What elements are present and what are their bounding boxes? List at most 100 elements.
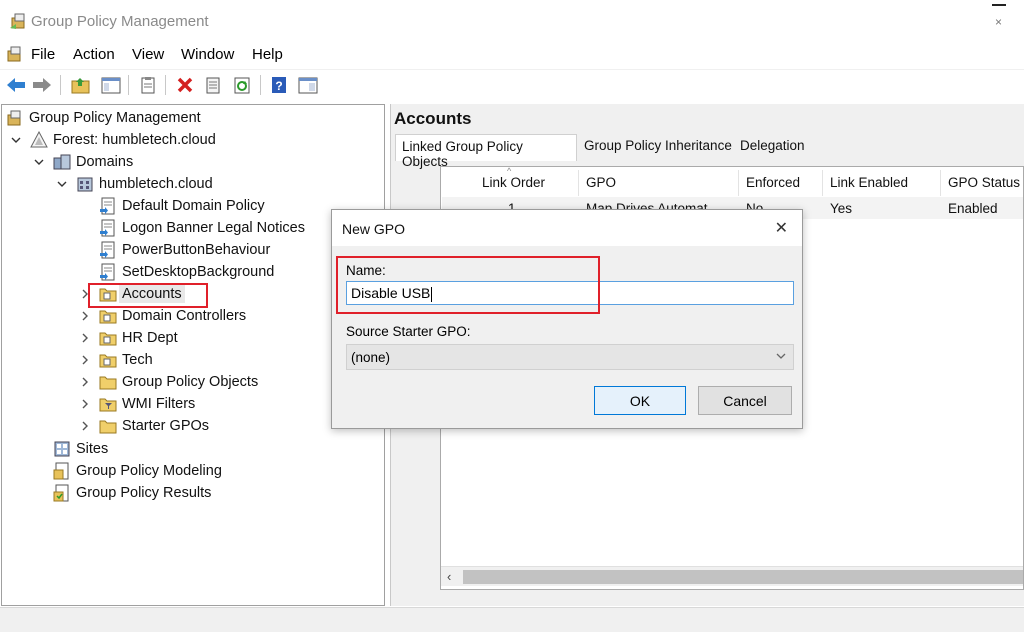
source-starter-gpo-value: (none) bbox=[351, 350, 391, 365]
properties-icon[interactable] bbox=[137, 74, 159, 96]
chevron-down-icon bbox=[775, 350, 787, 365]
tree-label: Domains bbox=[76, 154, 134, 170]
gpo-link-icon bbox=[99, 263, 117, 281]
tree-label: Tech bbox=[122, 352, 153, 368]
column-header-gpo[interactable]: GPO bbox=[586, 175, 616, 190]
close-icon[interactable]: ✕ bbox=[775, 218, 788, 238]
tree-item-wmi-filters[interactable]: WMI Filters bbox=[79, 393, 195, 415]
tree-item-domains[interactable]: Domains bbox=[33, 151, 133, 173]
column-separator bbox=[822, 170, 823, 196]
menu-bar: File Action View Window Help bbox=[0, 42, 1024, 68]
tree-label: Logon Banner Legal Notices bbox=[122, 220, 305, 236]
tree-item-gpo-link[interactable]: PowerButtonBehaviour bbox=[99, 239, 270, 261]
dialog-title: New GPO bbox=[342, 221, 406, 237]
source-starter-gpo-select[interactable]: (none) bbox=[346, 344, 794, 370]
menu-file[interactable]: File bbox=[31, 46, 55, 63]
forward-arrow-icon[interactable] bbox=[31, 74, 53, 96]
cancel-button[interactable]: Cancel bbox=[698, 386, 792, 415]
column-separator bbox=[578, 170, 579, 196]
filter-folder-icon bbox=[99, 395, 117, 413]
horizontal-scrollbar[interactable]: ‹ bbox=[441, 566, 1023, 586]
column-header-link-enabled[interactable]: Link Enabled bbox=[830, 175, 908, 190]
tree-item-starter-gpos[interactable]: Starter GPOs bbox=[79, 415, 209, 437]
tree-label: Starter GPOs bbox=[122, 418, 210, 434]
sites-icon bbox=[53, 440, 71, 458]
ou-folder-icon bbox=[99, 351, 117, 369]
chevron-right-icon[interactable] bbox=[79, 376, 91, 388]
tree-label: Group Policy Management bbox=[29, 110, 201, 126]
tree-item-results[interactable]: Group Policy Results bbox=[53, 482, 211, 504]
chevron-right-icon[interactable] bbox=[79, 420, 91, 432]
tree-item-forest[interactable]: Forest: humbletech.cloud bbox=[10, 129, 216, 151]
tree-item-sites[interactable]: Sites bbox=[53, 438, 108, 460]
tree-item-gpo-link[interactable]: Logon Banner Legal Notices bbox=[99, 217, 305, 239]
folder-icon bbox=[99, 373, 117, 391]
refresh-icon[interactable] bbox=[231, 74, 253, 96]
console-icon[interactable] bbox=[297, 74, 319, 96]
back-arrow-icon[interactable] bbox=[5, 74, 27, 96]
tree-label: HR Dept bbox=[122, 330, 178, 346]
highlight-box bbox=[336, 256, 600, 314]
column-header-enforced[interactable]: Enforced bbox=[746, 175, 800, 190]
chevron-down-icon[interactable] bbox=[33, 156, 45, 168]
tab-delegation[interactable]: Delegation bbox=[734, 134, 811, 159]
tree-item-modeling[interactable]: Group Policy Modeling bbox=[53, 460, 222, 482]
tab-linked-gpos[interactable]: Linked Group Policy Objects bbox=[395, 134, 577, 169]
forest-icon bbox=[30, 131, 48, 149]
delete-icon[interactable] bbox=[174, 74, 196, 96]
gpo-link-icon bbox=[99, 241, 117, 259]
chevron-down-icon[interactable] bbox=[10, 134, 22, 146]
minimize-button[interactable] bbox=[992, 4, 1006, 6]
console-menu-icon[interactable] bbox=[6, 45, 24, 63]
toolbar-separator bbox=[60, 75, 61, 95]
tree-item-ou[interactable]: Domain Controllers bbox=[79, 305, 246, 327]
ok-button[interactable]: OK bbox=[594, 386, 686, 415]
source-starter-gpo-label: Source Starter GPO: bbox=[346, 324, 471, 339]
scroll-left-icon[interactable]: ‹ bbox=[447, 569, 451, 584]
tree-item-ou[interactable]: HR Dept bbox=[79, 327, 178, 349]
toolbar-separator bbox=[260, 75, 261, 95]
scroll-thumb[interactable] bbox=[463, 570, 1023, 584]
tree-item-gpm-root[interactable]: Group Policy Management bbox=[6, 107, 201, 129]
export-icon[interactable] bbox=[202, 74, 224, 96]
tree-item-domain[interactable]: humbletech.cloud bbox=[56, 173, 213, 195]
tree-item-gpo-link[interactable]: Default Domain Policy bbox=[99, 195, 265, 217]
ou-folder-icon bbox=[99, 307, 117, 325]
tree-label: humbletech.cloud bbox=[99, 176, 213, 192]
domains-icon bbox=[53, 153, 71, 171]
column-header-link-order[interactable]: Link Order bbox=[482, 175, 545, 190]
help-icon[interactable]: ? bbox=[268, 74, 290, 96]
tab-inheritance[interactable]: Group Policy Inheritance bbox=[578, 134, 738, 159]
tree-item-ou[interactable]: Tech bbox=[79, 349, 153, 371]
toolbar-separator bbox=[165, 75, 166, 95]
window-title: Group Policy Management bbox=[31, 13, 209, 30]
ou-folder-icon bbox=[99, 329, 117, 347]
tree-label: Sites bbox=[76, 441, 109, 457]
toolbar: ? bbox=[0, 69, 1024, 100]
results-icon bbox=[53, 484, 71, 502]
chevron-down-icon[interactable] bbox=[56, 178, 68, 190]
tree-label: Default Domain Policy bbox=[122, 198, 265, 214]
menu-view[interactable]: View bbox=[132, 46, 164, 63]
chevron-right-icon[interactable] bbox=[79, 398, 91, 410]
up-folder-icon[interactable] bbox=[70, 74, 92, 96]
chevron-right-icon[interactable] bbox=[79, 310, 91, 322]
column-header-gpo-status[interactable]: GPO Status bbox=[948, 175, 1020, 190]
tree-label: PowerButtonBehaviour bbox=[122, 242, 271, 258]
menu-window[interactable]: Window bbox=[181, 46, 234, 63]
tree-item-gpo-container[interactable]: Group Policy Objects bbox=[79, 371, 258, 393]
details-title: Accounts bbox=[394, 109, 472, 128]
chevron-right-icon[interactable] bbox=[79, 332, 91, 344]
show-hide-tree-icon[interactable] bbox=[100, 74, 122, 96]
tree-label: Group Policy Results bbox=[76, 485, 212, 501]
close-window-button[interactable]: × bbox=[995, 15, 1002, 29]
tree-label: SetDesktopBackground bbox=[122, 264, 275, 280]
tree-item-gpo-link[interactable]: SetDesktopBackground bbox=[99, 261, 274, 283]
tree-label: Group Policy Objects bbox=[122, 374, 259, 390]
menu-help[interactable]: Help bbox=[252, 46, 283, 63]
title-bar: Group Policy Management × bbox=[0, 0, 1024, 42]
chevron-right-icon[interactable] bbox=[79, 354, 91, 366]
menu-action[interactable]: Action bbox=[73, 46, 115, 63]
folder-icon bbox=[99, 417, 117, 435]
column-separator bbox=[738, 170, 739, 196]
